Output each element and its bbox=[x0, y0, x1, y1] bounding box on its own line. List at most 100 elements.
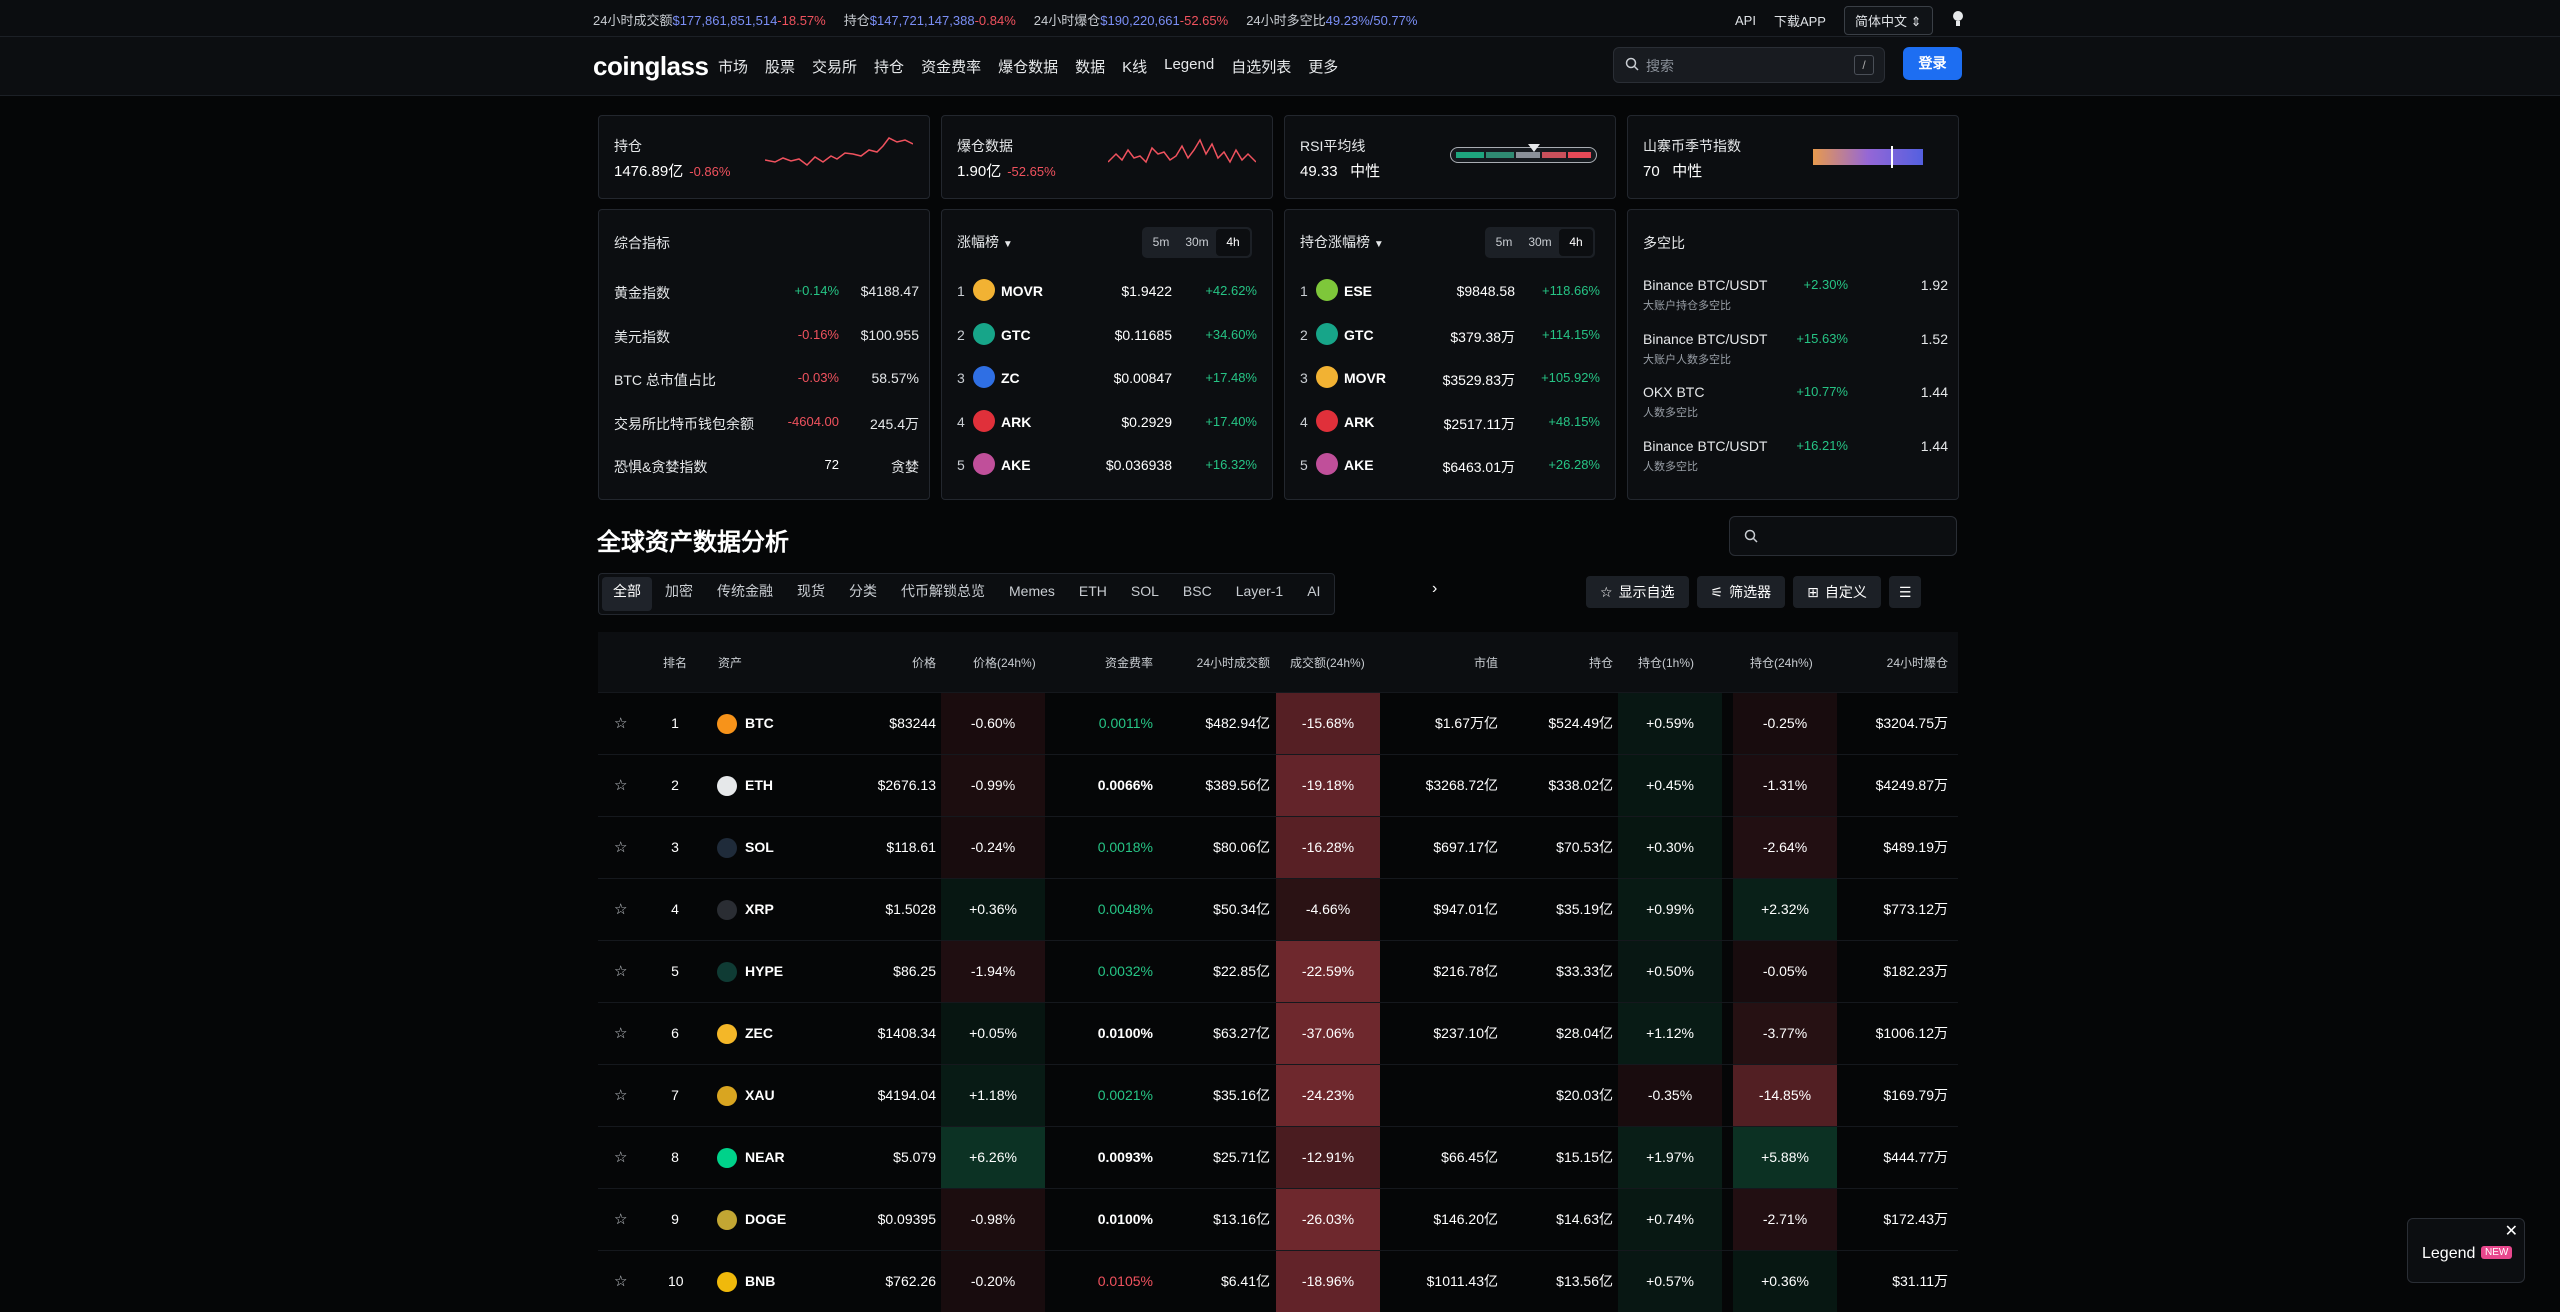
ranking-row[interactable]: 3 ZC $0.00847 +17.48% bbox=[957, 364, 1257, 392]
favorite-star-icon[interactable]: ☆ bbox=[614, 755, 627, 816]
legend-popup[interactable]: ✕ Legend NEW bbox=[2407, 1218, 2525, 1283]
favorite-star-icon[interactable]: ☆ bbox=[614, 879, 627, 940]
favorite-star-icon[interactable]: ☆ bbox=[614, 1065, 627, 1126]
column-header[interactable]: 价格 bbox=[912, 654, 936, 671]
asset-cell[interactable]: XRP bbox=[717, 879, 774, 940]
nav-item-1[interactable]: 股票 bbox=[765, 56, 795, 77]
ranking-row[interactable]: 1 MOVR $1.9422 +42.62% bbox=[957, 277, 1257, 305]
rsi-card[interactable]: RSI平均线 49.33 中性 bbox=[1284, 115, 1616, 199]
column-header[interactable]: 成交额(24h%) bbox=[1290, 654, 1365, 671]
column-header[interactable]: 资产 bbox=[718, 654, 742, 671]
customize-button[interactable]: ⊞ 自定义 bbox=[1793, 576, 1881, 608]
column-header[interactable]: 持仓 bbox=[1589, 654, 1613, 671]
api-link[interactable]: API bbox=[1735, 13, 1756, 28]
theme-toggle-icon[interactable] bbox=[1951, 10, 1965, 31]
column-header[interactable]: 市值 bbox=[1474, 654, 1498, 671]
tab-7[interactable]: ETH bbox=[1068, 577, 1118, 611]
favorite-star-icon[interactable]: ☆ bbox=[614, 817, 627, 878]
table-row[interactable]: ☆ 8 NEAR $5.079 0.0093% $25.71亿 $66.45亿 $15.15亿… bbox=[598, 1126, 1958, 1188]
nav-item-5[interactable]: 爆仓数据 bbox=[998, 56, 1058, 77]
table-row[interactable]: ☆ 2 ETH $2676.13 0.0066% $389.56亿 $3268.72亿 $33… bbox=[598, 754, 1958, 816]
nav-item-3[interactable]: 持仓 bbox=[874, 56, 904, 77]
column-header[interactable]: 24小时成交额 bbox=[1197, 654, 1270, 671]
asset-cell[interactable]: HYPE bbox=[717, 941, 783, 1002]
ranking-row[interactable]: 3 MOVR $3529.83万 +105.92% bbox=[1300, 364, 1600, 392]
nav-item-8[interactable]: Legend bbox=[1164, 56, 1214, 77]
asset-cell[interactable]: NEAR bbox=[717, 1127, 785, 1188]
nav-item-10[interactable]: 更多 bbox=[1308, 56, 1338, 77]
ranking-row[interactable]: 5 AKE $0.036938 +16.32% bbox=[957, 451, 1257, 479]
close-icon[interactable]: ✕ bbox=[2505, 1221, 2518, 1241]
favorite-star-icon[interactable]: ☆ bbox=[614, 1189, 627, 1250]
ranking-row[interactable]: 1 ESE $9848.58 +118.66% bbox=[1300, 277, 1600, 305]
asset-cell[interactable]: SOL bbox=[717, 817, 774, 878]
logo[interactable]: coinglass bbox=[593, 51, 709, 82]
tab-5[interactable]: 代币解锁总览 bbox=[890, 577, 996, 611]
filter-button[interactable]: ⚟ 筛选器 bbox=[1696, 576, 1786, 608]
tab-2[interactable]: 传统金融 bbox=[706, 577, 784, 611]
column-header[interactable]: 资金费率 bbox=[1105, 654, 1153, 671]
show-favorites-button[interactable]: ☆ 显示自选 bbox=[1586, 576, 1689, 608]
table-row[interactable]: ☆ 5 HYPE $86.25 0.0032% $22.85亿 $216.78亿 $33.33… bbox=[598, 940, 1958, 1002]
tab-8[interactable]: SOL bbox=[1120, 577, 1170, 611]
column-header[interactable]: 持仓(24h%) bbox=[1750, 654, 1813, 671]
nav-item-2[interactable]: 交易所 bbox=[812, 56, 857, 77]
column-header[interactable]: 价格(24h%) bbox=[973, 654, 1036, 671]
tab-1[interactable]: 加密 bbox=[654, 577, 704, 611]
settings-button[interactable]: ☰ bbox=[1888, 576, 1922, 608]
column-header[interactable]: 持仓(1h%) bbox=[1638, 654, 1694, 671]
interval-4h[interactable]: 4h bbox=[1559, 229, 1593, 256]
tab-3[interactable]: 现货 bbox=[786, 577, 836, 611]
interval-5m[interactable]: 5m bbox=[1144, 229, 1178, 256]
interval-5m[interactable]: 5m bbox=[1487, 229, 1521, 256]
ranking-row[interactable]: 4 ARK $2517.11万 +48.15% bbox=[1300, 408, 1600, 436]
tab-11[interactable]: AI bbox=[1296, 577, 1331, 611]
asset-cell[interactable]: BTC bbox=[717, 693, 774, 754]
favorite-star-icon[interactable]: ☆ bbox=[614, 1003, 627, 1064]
table-row[interactable]: ☆ 9 DOGE $0.09395 0.0100% $13.16亿 $146.20亿 $14.… bbox=[598, 1188, 1958, 1250]
interval-30m[interactable]: 30m bbox=[1180, 229, 1214, 256]
nav-item-4[interactable]: 资金费率 bbox=[921, 56, 981, 77]
interval-4h[interactable]: 4h bbox=[1216, 229, 1250, 256]
favorite-star-icon[interactable]: ☆ bbox=[614, 693, 627, 754]
favorite-star-icon[interactable]: ☆ bbox=[614, 941, 627, 1002]
table-row[interactable]: ☆ 1 BTC $83244 0.0011% $482.94亿 $1.67万亿 $524.49… bbox=[598, 692, 1958, 754]
language-select[interactable]: 简体中文 ⇕ bbox=[1843, 6, 1933, 35]
tab-10[interactable]: Layer-1 bbox=[1225, 577, 1294, 611]
asset-cell[interactable]: ETH bbox=[717, 755, 773, 816]
table-row[interactable]: ☆ 4 XRP $1.5028 0.0048% $50.34亿 $947.01亿 $35.19… bbox=[598, 878, 1958, 940]
login-button[interactable]: 登录 bbox=[1903, 47, 1962, 80]
search-input[interactable]: 搜索 / bbox=[1613, 47, 1885, 83]
liquidation-card[interactable]: 爆仓数据 1.90亿 -52.65% bbox=[941, 115, 1273, 199]
open-interest-card[interactable]: 持仓 1476.89亿 -0.86% bbox=[598, 115, 930, 199]
asset-cell[interactable]: ZEC bbox=[717, 1003, 773, 1064]
asset-cell[interactable]: XAU bbox=[717, 1065, 775, 1126]
tab-9[interactable]: BSC bbox=[1172, 577, 1223, 611]
table-row[interactable]: ☆ 10 BNB $762.26 0.0105% $6.41亿 $1011.43亿 $13.5… bbox=[598, 1250, 1958, 1312]
ranking-row[interactable]: 2 GTC $0.11685 +34.60% bbox=[957, 321, 1257, 349]
tab-4[interactable]: 分类 bbox=[838, 577, 888, 611]
column-header[interactable]: 24小时爆仓 bbox=[1887, 654, 1948, 671]
table-row[interactable]: ☆ 7 XAU $4194.04 0.0021% $35.16亿 $20.03亿 $169.7… bbox=[598, 1064, 1958, 1126]
nav-item-7[interactable]: K线 bbox=[1122, 56, 1147, 77]
favorite-star-icon[interactable]: ☆ bbox=[614, 1251, 627, 1312]
tab-0[interactable]: 全部 bbox=[602, 577, 652, 611]
table-row[interactable]: ☆ 6 ZEC $1408.34 0.0100% $63.27亿 $237.10亿 $28.0… bbox=[598, 1002, 1958, 1064]
altcoin-season-card[interactable]: 山寨币季节指数 70 中性 bbox=[1627, 115, 1959, 199]
nav-item-0[interactable]: 市场 bbox=[718, 56, 748, 77]
nav-item-9[interactable]: 自选列表 bbox=[1231, 56, 1291, 77]
download-app-link[interactable]: 下载APP bbox=[1774, 11, 1826, 30]
table-row[interactable]: ☆ 3 SOL $118.61 0.0018% $80.06亿 $697.17亿 $70.53… bbox=[598, 816, 1958, 878]
asset-search-input[interactable] bbox=[1729, 516, 1957, 556]
tab-6[interactable]: Memes bbox=[998, 577, 1066, 611]
ranking-row[interactable]: 4 ARK $0.2929 +17.40% bbox=[957, 408, 1257, 436]
ranking-row[interactable]: 5 AKE $6463.01万 +26.28% bbox=[1300, 451, 1600, 479]
chevron-right-icon[interactable]: › bbox=[1432, 580, 1437, 598]
gainers-dropdown[interactable]: 涨幅榜 ▼ bbox=[957, 232, 1013, 252]
asset-cell[interactable]: DOGE bbox=[717, 1189, 786, 1250]
nav-item-6[interactable]: 数据 bbox=[1075, 56, 1105, 77]
column-header[interactable]: 排名 bbox=[663, 654, 687, 671]
interval-30m[interactable]: 30m bbox=[1523, 229, 1557, 256]
oi-gainers-dropdown[interactable]: 持仓涨幅榜 ▼ bbox=[1300, 232, 1384, 252]
ranking-row[interactable]: 2 GTC $379.38万 +114.15% bbox=[1300, 321, 1600, 349]
